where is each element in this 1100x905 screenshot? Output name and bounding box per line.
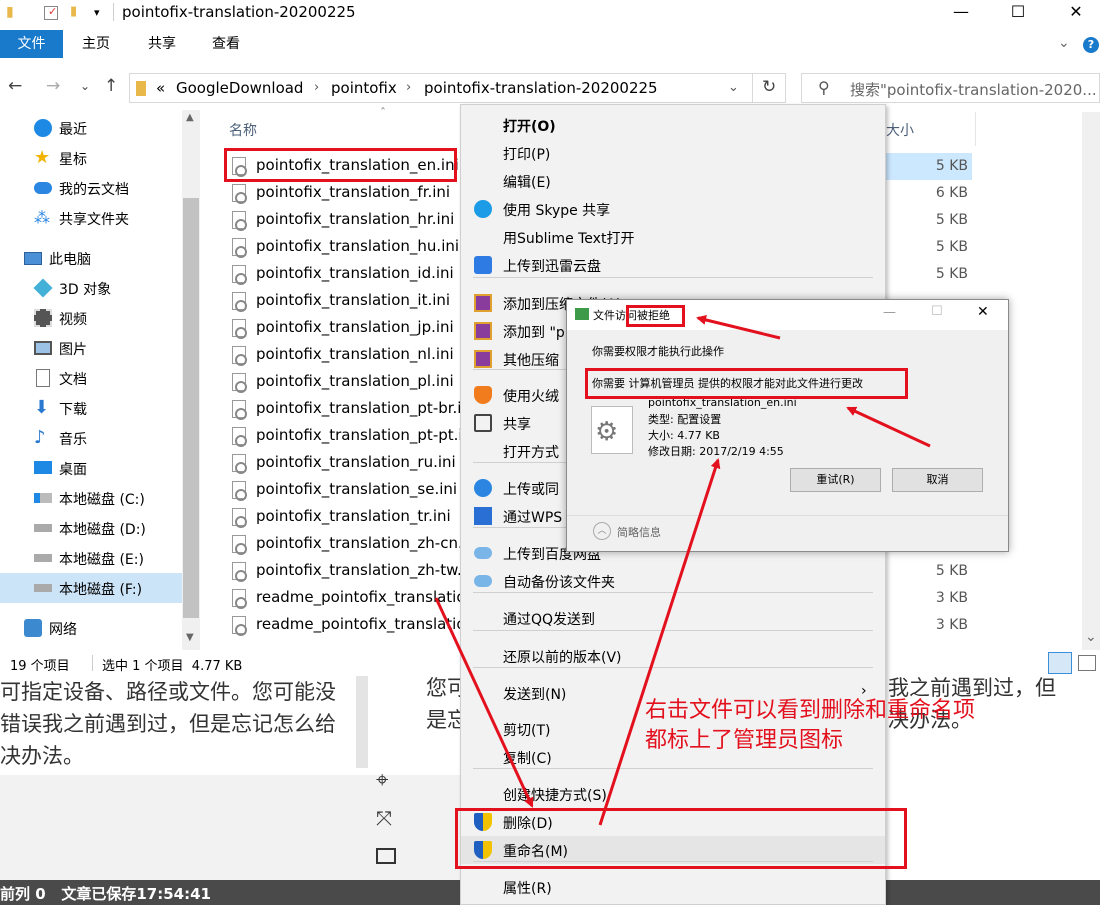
- annotation-arrows: [434, 315, 931, 826]
- file-size: 6 KB: [935, 185, 968, 201]
- file-size: 5 KB: [935, 158, 968, 174]
- file-size: 3 KB: [935, 590, 968, 606]
- arrow: [434, 597, 534, 808]
- arrow: [846, 406, 931, 448]
- file-size: 5 KB: [935, 239, 968, 255]
- file-size: 3 KB: [935, 617, 968, 633]
- arrow: [696, 315, 781, 340]
- file-size: 5 KB: [935, 266, 968, 282]
- file-size: 5 KB: [935, 212, 968, 228]
- file-size: 5 KB: [935, 563, 968, 579]
- arrow: [598, 458, 721, 826]
